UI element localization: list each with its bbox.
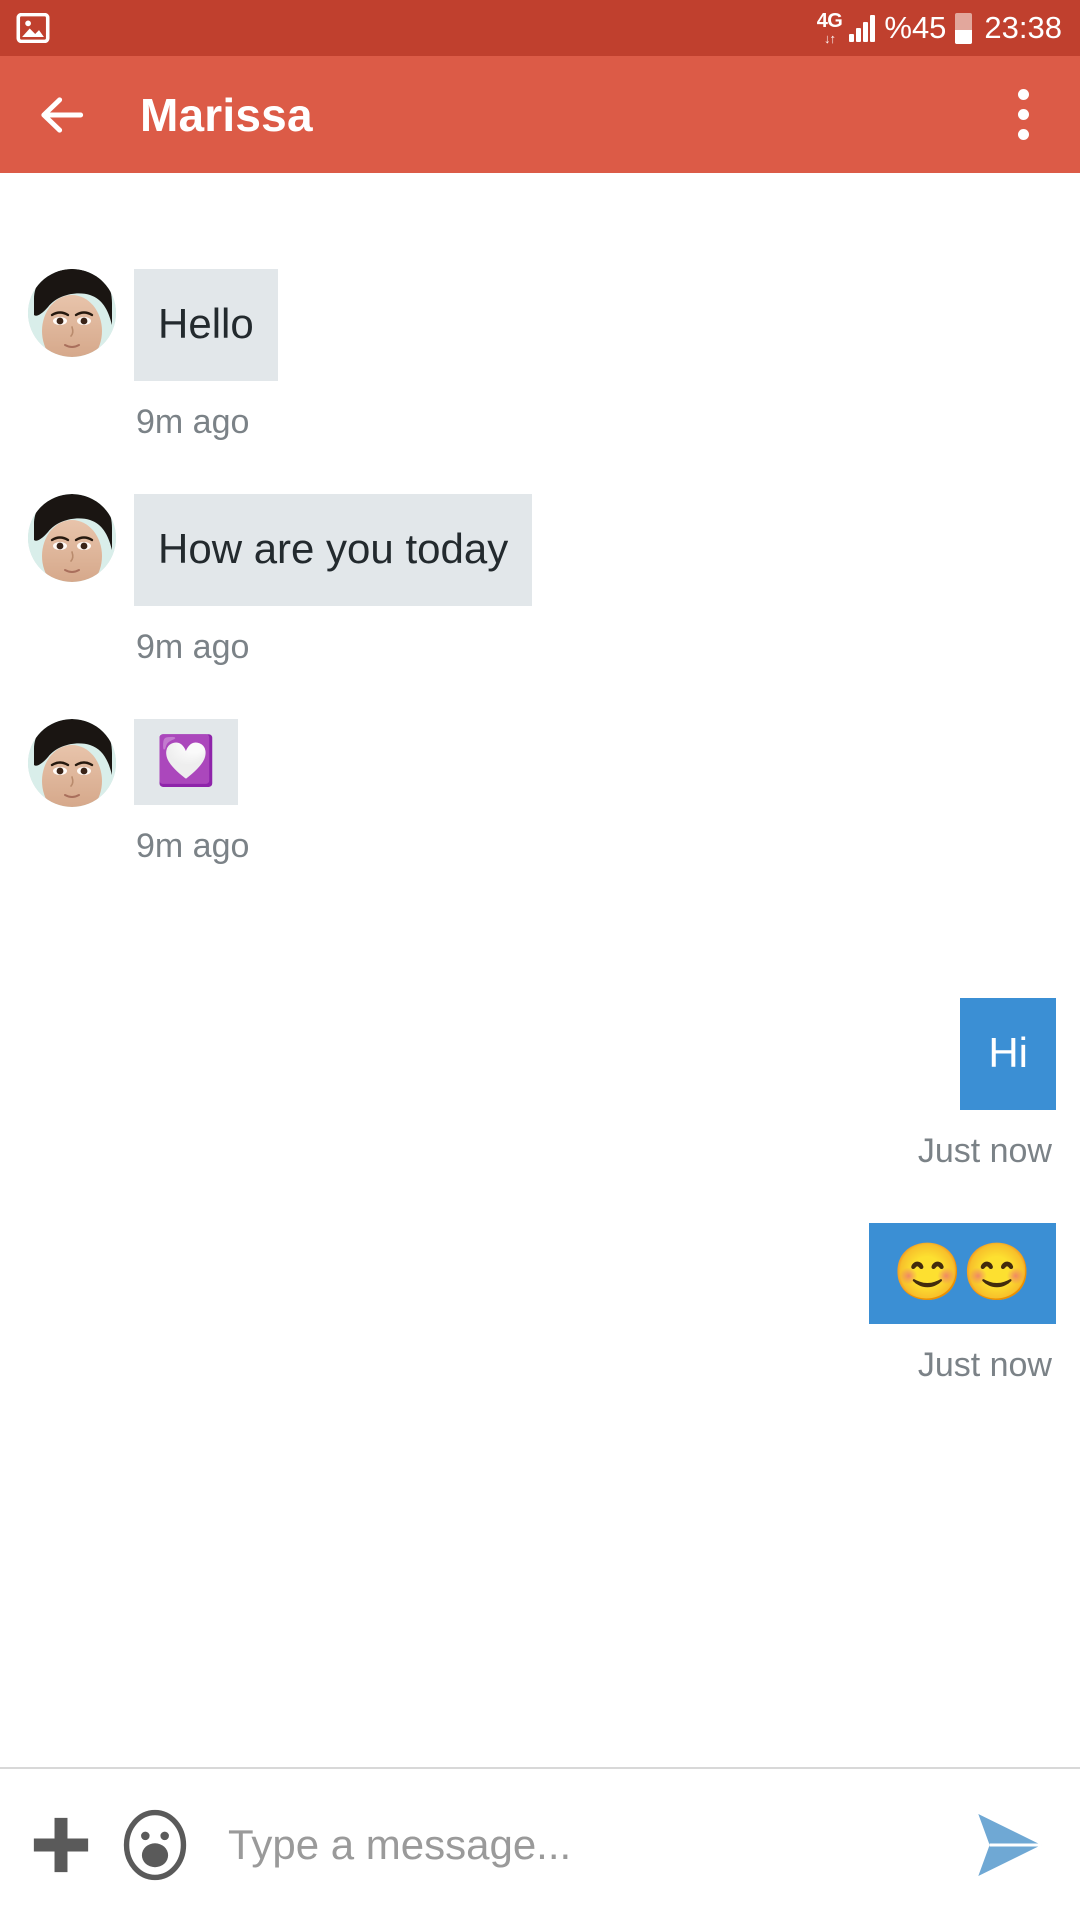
message-row-outgoing[interactable]: Hi Just now	[0, 998, 1080, 1171]
chat-screen: 4G ↓↑ %45 23:38 Marissa Hello 9m ago How…	[0, 0, 1080, 1920]
message-timestamp: 9m ago	[136, 628, 250, 666]
overflow-menu-icon[interactable]	[996, 80, 1050, 150]
avatar-image	[28, 269, 116, 357]
signal-bars-icon	[849, 14, 876, 42]
message-bubble[interactable]: Hello	[134, 269, 278, 381]
avatar[interactable]	[28, 269, 116, 357]
emoji-face-icon[interactable]	[120, 1808, 190, 1882]
status-bar-clock: 23:38	[984, 10, 1062, 45]
status-bar-left	[16, 12, 50, 44]
app-bar: Marissa	[0, 56, 1080, 173]
status-bar: 4G ↓↑ %45 23:38	[0, 0, 1080, 56]
back-arrow-icon[interactable]	[34, 87, 90, 143]
network-type-icon: 4G ↓↑	[817, 11, 843, 45]
message-timestamp: Just now	[917, 1132, 1052, 1171]
message-bubble[interactable]: How are you today	[134, 494, 533, 606]
message-input-bar	[0, 1767, 1080, 1920]
bubble-column: Hi Just now	[918, 998, 1056, 1171]
avatar[interactable]	[28, 719, 116, 807]
send-icon[interactable]	[964, 1805, 1054, 1885]
message-timestamp: Just now	[917, 1346, 1052, 1385]
plus-icon[interactable]	[24, 1808, 98, 1882]
bubble-column: 😊😊 Just now	[868, 1223, 1056, 1385]
message-row-incoming[interactable]: 💟 9m ago	[0, 719, 1080, 866]
message-bubble-emoji[interactable]: 😊😊	[868, 1223, 1056, 1325]
status-bar-right: 4G ↓↑ %45 23:38	[817, 10, 1062, 46]
data-arrows-icon: ↓↑	[824, 31, 836, 46]
search-input message-input[interactable]	[218, 1820, 964, 1869]
photo-icon	[16, 12, 50, 44]
message-list[interactable]: Hello 9m ago How are you today 9m ago 💟 …	[0, 173, 1080, 1767]
bubble-column: Hello 9m ago	[134, 269, 278, 442]
message-timestamp: 9m ago	[136, 827, 250, 866]
page-title: Marissa	[140, 88, 313, 141]
message-row-outgoing[interactable]: 😊😊 Just now	[0, 1223, 1080, 1385]
bubble-column: 💟 9m ago	[134, 719, 249, 866]
avatar-image	[28, 494, 116, 582]
message-row-incoming[interactable]: How are you today 9m ago	[0, 494, 1080, 667]
avatar-image	[28, 719, 116, 807]
message-bubble-sticker[interactable]: 💟	[134, 719, 238, 806]
network-type-label: 4G	[816, 10, 843, 32]
message-row-incoming[interactable]: Hello 9m ago	[0, 269, 1080, 442]
battery-icon	[955, 12, 973, 44]
bubble-column: How are you today 9m ago	[134, 494, 533, 667]
message-bubble[interactable]: Hi	[960, 998, 1056, 1111]
battery-percent-label: %45	[884, 10, 947, 45]
message-timestamp: 9m ago	[136, 403, 250, 441]
avatar[interactable]	[28, 494, 116, 582]
